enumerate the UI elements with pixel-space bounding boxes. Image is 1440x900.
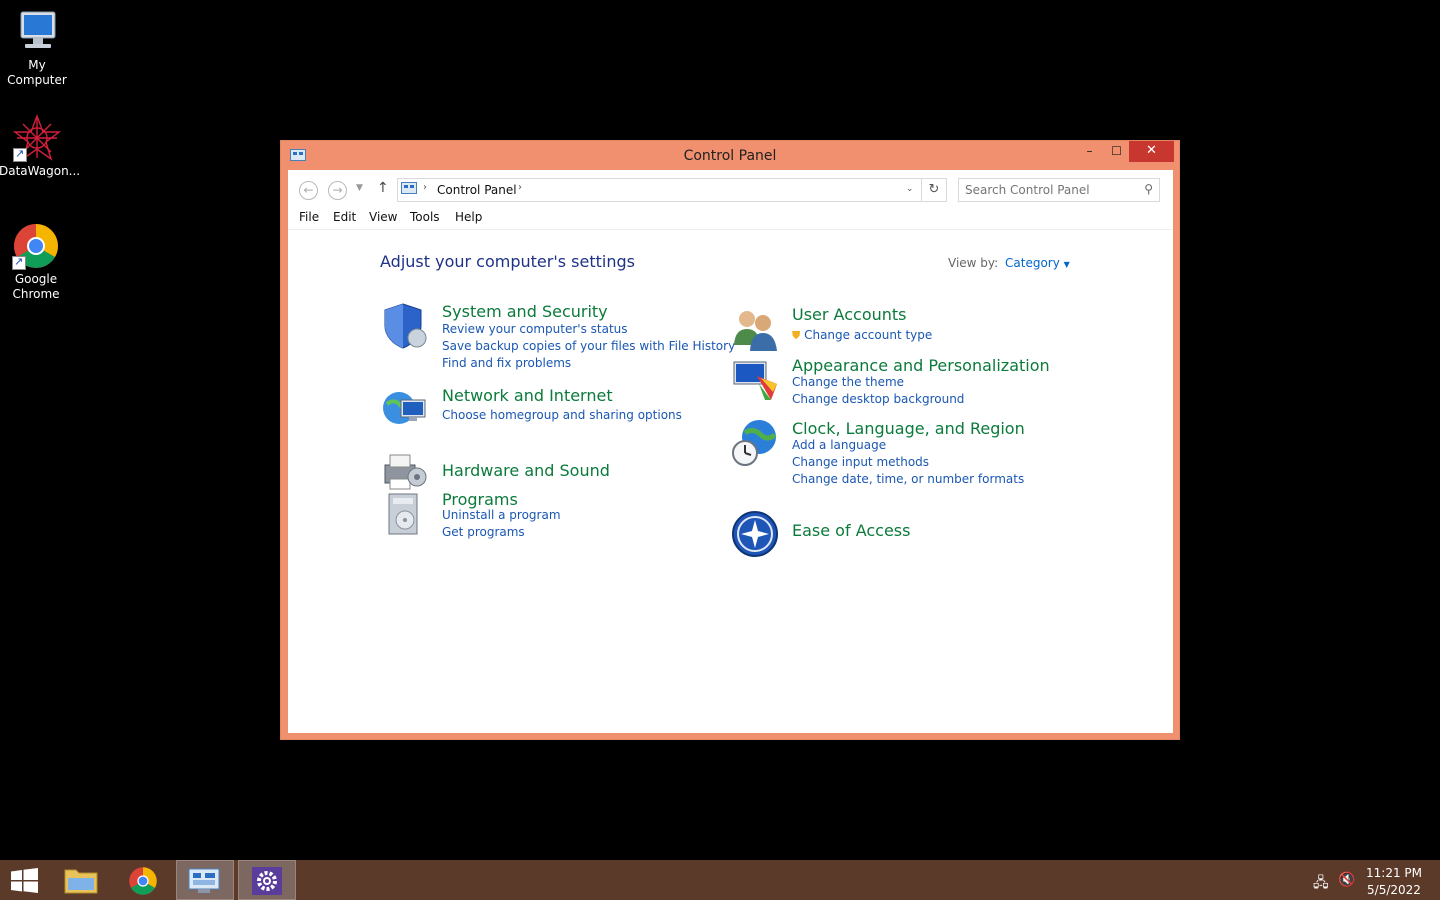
- shortcut-arrow-icon: [13, 146, 27, 162]
- taskbar-control-panel[interactable]: [176, 860, 234, 900]
- network-globe-icon: [381, 386, 429, 434]
- control-panel-content: Adjust your computer's settings View by:…: [288, 231, 1173, 733]
- window-body: ← → ▼ ↑ › Control Panel › ⌄ ↻ ⚲ File Edi…: [288, 170, 1173, 733]
- menu-edit[interactable]: Edit: [333, 210, 356, 224]
- up-arrow-icon[interactable]: ↑: [377, 180, 389, 196]
- taskbar-settings[interactable]: [238, 860, 296, 900]
- clock-globe-icon: [731, 419, 779, 467]
- breadcrumb-chevron-icon[interactable]: ›: [518, 182, 522, 193]
- view-by-label: View by:: [948, 256, 999, 270]
- taskbar-file-explorer[interactable]: [52, 860, 110, 900]
- printer-icon: [381, 447, 429, 495]
- uac-shield-icon: ⛊: [792, 329, 801, 342]
- control-panel-icon: [401, 182, 417, 194]
- folder-icon: [64, 869, 98, 894]
- address-dropdown-icon[interactable]: ⌄: [906, 184, 914, 194]
- page-title: Adjust your computer's settings: [380, 252, 635, 271]
- desktop-icon-datawagon[interactable]: DataWagon...: [0, 114, 80, 179]
- computer-icon: [13, 8, 61, 56]
- taskbar: 🖧 🔇 11:21 PM 5/5/2022: [0, 860, 1440, 900]
- forward-button[interactable]: →: [328, 181, 347, 200]
- window-title: Control Panel: [683, 148, 777, 164]
- shortcut-arrow-icon: [12, 254, 26, 270]
- link-change-formats[interactable]: Change date, time, or number formats: [792, 472, 1024, 486]
- view-by-value[interactable]: Category: [1005, 256, 1060, 270]
- control-panel-icon: [188, 868, 220, 893]
- windows-logo-icon: [11, 868, 38, 893]
- link-find-fix-problems[interactable]: Find and fix problems: [442, 356, 571, 370]
- taskbar-chrome[interactable]: [114, 860, 172, 900]
- link-add-language[interactable]: Add a language: [792, 438, 886, 452]
- clock-date: 5/5/2022: [1367, 883, 1421, 897]
- menu-view[interactable]: View: [369, 210, 397, 224]
- link-change-account-type[interactable]: ⛊ Change account type: [792, 328, 932, 343]
- breadcrumb-control-panel[interactable]: Control Panel: [437, 183, 517, 197]
- category-title[interactable]: Appearance and Personalization: [792, 356, 1050, 375]
- start-button[interactable]: [0, 860, 58, 900]
- link-change-theme[interactable]: Change the theme: [792, 375, 904, 389]
- link-uninstall-program[interactable]: Uninstall a program: [442, 508, 561, 522]
- category-title[interactable]: Hardware and Sound: [442, 461, 610, 480]
- link-homegroup[interactable]: Choose homegroup and sharing options: [442, 408, 682, 422]
- close-button[interactable]: ✕: [1129, 141, 1174, 162]
- minimize-button[interactable]: –: [1076, 141, 1103, 162]
- address-bar[interactable]: › Control Panel › ⌄: [397, 178, 947, 202]
- link-change-desktop-background[interactable]: Change desktop background: [792, 392, 964, 406]
- menu-bar: File Edit View Tools Help: [288, 204, 1173, 230]
- menu-file[interactable]: File: [299, 210, 319, 224]
- volume-muted-icon[interactable]: 🔇: [1338, 872, 1355, 888]
- programs-icon: [381, 490, 429, 538]
- link-file-history[interactable]: Save backup copies of your files with Fi…: [442, 339, 735, 353]
- category-title[interactable]: System and Security: [442, 302, 608, 321]
- datawagon-icon: [12, 114, 62, 162]
- users-icon: [731, 305, 779, 353]
- chrome-icon: [129, 867, 157, 895]
- category-title[interactable]: Programs: [442, 490, 518, 509]
- chrome-icon: [12, 222, 60, 270]
- menu-tools[interactable]: Tools: [410, 210, 440, 224]
- refresh-button[interactable]: ↻: [921, 178, 947, 202]
- breadcrumb-separator-icon[interactable]: ›: [423, 182, 427, 193]
- search-input[interactable]: [959, 179, 1129, 201]
- category-title[interactable]: Clock, Language, and Region: [792, 419, 1025, 438]
- link-label[interactable]: Change account type: [804, 328, 932, 342]
- clock-time: 11:21 PM: [1366, 866, 1422, 880]
- maximize-button[interactable]: ☐: [1103, 141, 1130, 162]
- dropdown-caret-icon[interactable]: ▼: [1064, 260, 1070, 269]
- title-bar[interactable]: Control Panel – ☐ ✕: [281, 141, 1179, 170]
- category-title[interactable]: Ease of Access: [792, 521, 910, 540]
- shield-icon: [381, 302, 429, 350]
- category-title[interactable]: User Accounts: [792, 305, 907, 324]
- search-icon[interactable]: ⚲: [1144, 182, 1153, 196]
- appearance-icon: [731, 356, 779, 404]
- desktop-icon-google-chrome[interactable]: Google Chrome: [0, 222, 74, 302]
- back-button[interactable]: ←: [299, 181, 318, 200]
- link-review-status[interactable]: Review your computer's status: [442, 322, 628, 336]
- network-icon[interactable]: 🖧: [1313, 872, 1329, 896]
- menu-help[interactable]: Help: [455, 210, 482, 224]
- recent-locations-chevron-icon[interactable]: ▼: [356, 183, 363, 193]
- address-row: ← → ▼ ↑ › Control Panel › ⌄ ↻ ⚲: [288, 170, 1173, 204]
- desktop-icon-my-computer[interactable]: My Computer: [0, 8, 75, 88]
- view-by-dropdown[interactable]: Category ▼: [1005, 256, 1070, 270]
- link-get-programs[interactable]: Get programs: [442, 525, 525, 539]
- control-panel-window: Control Panel – ☐ ✕ ← → ▼ ↑ › Control Pa…: [280, 140, 1180, 740]
- category-title[interactable]: Network and Internet: [442, 386, 613, 405]
- gear-icon: [252, 867, 282, 895]
- ease-of-access-icon: [731, 510, 779, 558]
- system-clock[interactable]: 11:21 PM 5/5/2022: [1366, 865, 1422, 899]
- link-change-input-methods[interactable]: Change input methods: [792, 455, 929, 469]
- search-box[interactable]: ⚲: [958, 178, 1160, 202]
